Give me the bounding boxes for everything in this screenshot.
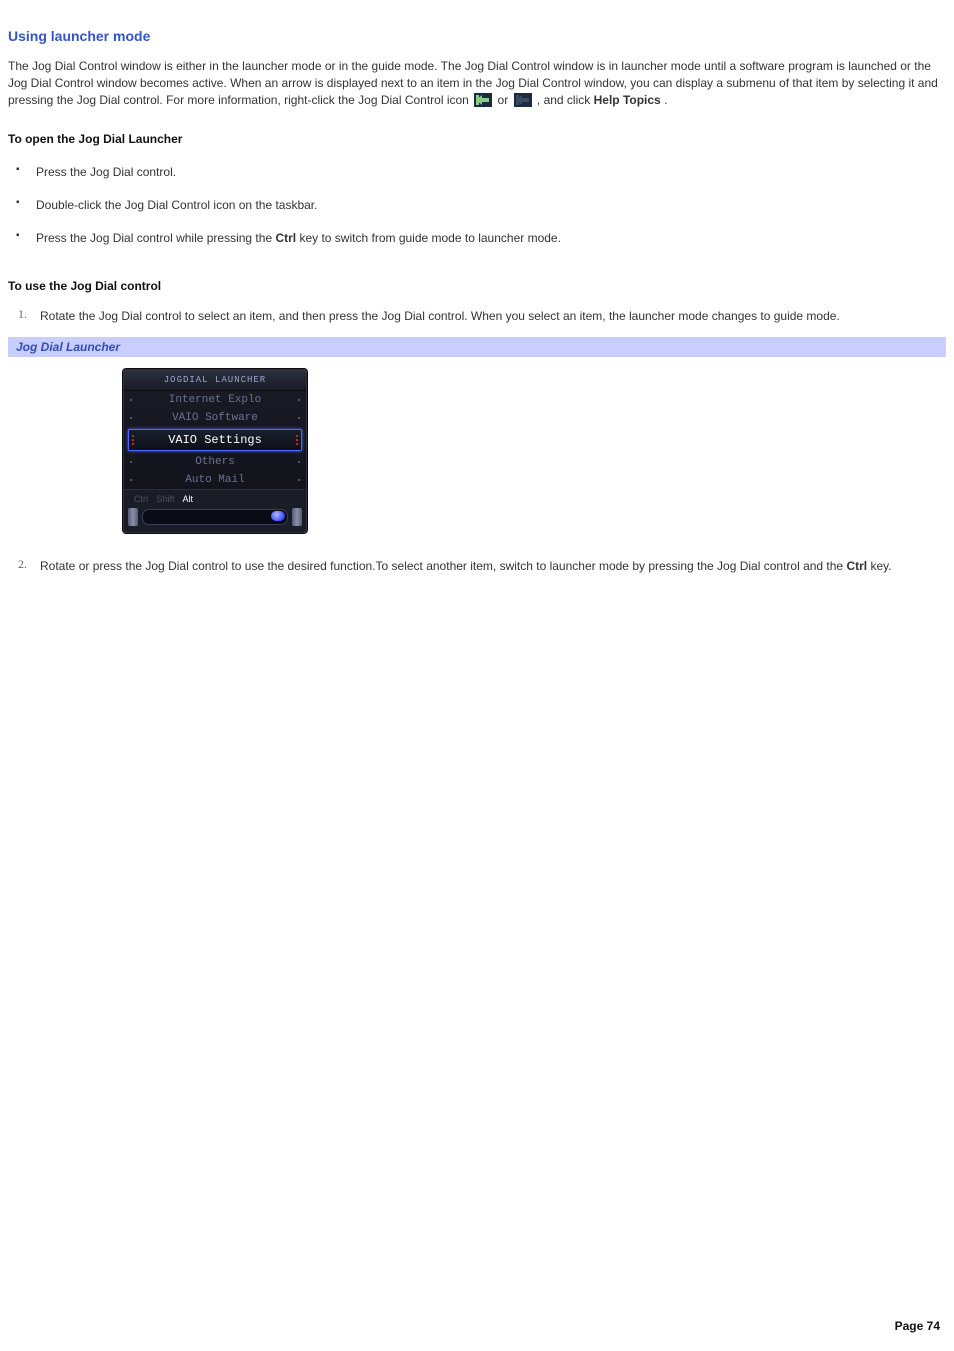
bullet-list-open: Press the Jog Dial control. Double-click…: [8, 156, 946, 254]
launcher-item-label: Auto Mail: [185, 474, 244, 486]
numbered-list: 1. Rotate the Jog Dial control to select…: [8, 303, 946, 329]
page-number: Page 74: [895, 1319, 940, 1333]
launcher-caption: Jog Dial Launcher: [8, 337, 946, 357]
shift-indicator: Shift: [157, 494, 175, 504]
launcher-modifier-keys: Ctrl Shift Alt: [124, 490, 306, 504]
step2-pre: Rotate or press the Jog Dial control to …: [40, 559, 846, 573]
intro-text-1: The Jog Dial Control window is either in…: [8, 59, 938, 107]
step-number: 1.: [18, 305, 27, 323]
numbered-list-continued: 2. Rotate or press the Jog Dial control …: [8, 553, 946, 579]
list-item: 1. Rotate the Jog Dial control to select…: [8, 303, 946, 329]
launcher-screenshot: JOGDIAL LAUNCHER Internet Explo VAIO Sof…: [123, 369, 946, 533]
jog-dial-arrow-icon: [474, 93, 492, 107]
launcher-item-label: Internet Explo: [169, 394, 261, 406]
launcher-item: Auto Mail: [124, 471, 306, 489]
launcher-window-title: JOGDIAL LAUNCHER: [124, 370, 306, 391]
slider-thumb: [271, 511, 285, 521]
launcher-item: VAIO Software: [124, 409, 306, 427]
bullet-item: Press the Jog Dial control while pressin…: [8, 222, 946, 255]
bullet-item: Double-click the Jog Dial Control icon o…: [8, 189, 946, 222]
intro-text-2: , and click: [537, 93, 594, 107]
bullet-item: Press the Jog Dial control.: [8, 156, 946, 189]
launcher-item-label: VAIO Software: [172, 412, 258, 424]
page-title: Using launcher mode: [8, 28, 946, 44]
intro-paragraph: The Jog Dial Control window is either in…: [8, 58, 946, 108]
step1-text: Rotate the Jog Dial control to select an…: [40, 309, 840, 323]
step-number: 2.: [18, 555, 27, 573]
list-item: 2. Rotate or press the Jog Dial control …: [8, 553, 946, 579]
ctrl-indicator: Ctrl: [134, 494, 148, 504]
launcher-selected-item: VAIO Settings: [128, 429, 302, 451]
step2-post: key.: [867, 559, 891, 573]
subheading-open-launcher: To open the Jog Dial Launcher: [8, 132, 946, 146]
launcher-slider: [124, 504, 306, 532]
bullet3-pre: Press the Jog Dial control while pressin…: [36, 231, 275, 245]
slider-track: [142, 509, 288, 525]
subheading-use-control: To use the Jog Dial control: [8, 279, 946, 293]
alt-indicator: Alt: [183, 494, 194, 504]
ctrl-key-bold: Ctrl: [846, 559, 867, 573]
jog-dial-dark-icon: [514, 93, 532, 107]
launcher-item: Internet Explo: [124, 391, 306, 409]
slider-cap-left: [128, 508, 138, 526]
bullet3-post: key to switch from guide mode to launche…: [296, 231, 561, 245]
ctrl-key-bold: Ctrl: [275, 231, 296, 245]
slider-cap-right: [292, 508, 302, 526]
launcher-item-label: Others: [195, 456, 235, 468]
intro-text-or: or: [498, 93, 512, 107]
help-topics-bold: Help Topics: [594, 93, 661, 107]
intro-text-3: .: [664, 93, 667, 107]
launcher-item: Others: [124, 453, 306, 471]
